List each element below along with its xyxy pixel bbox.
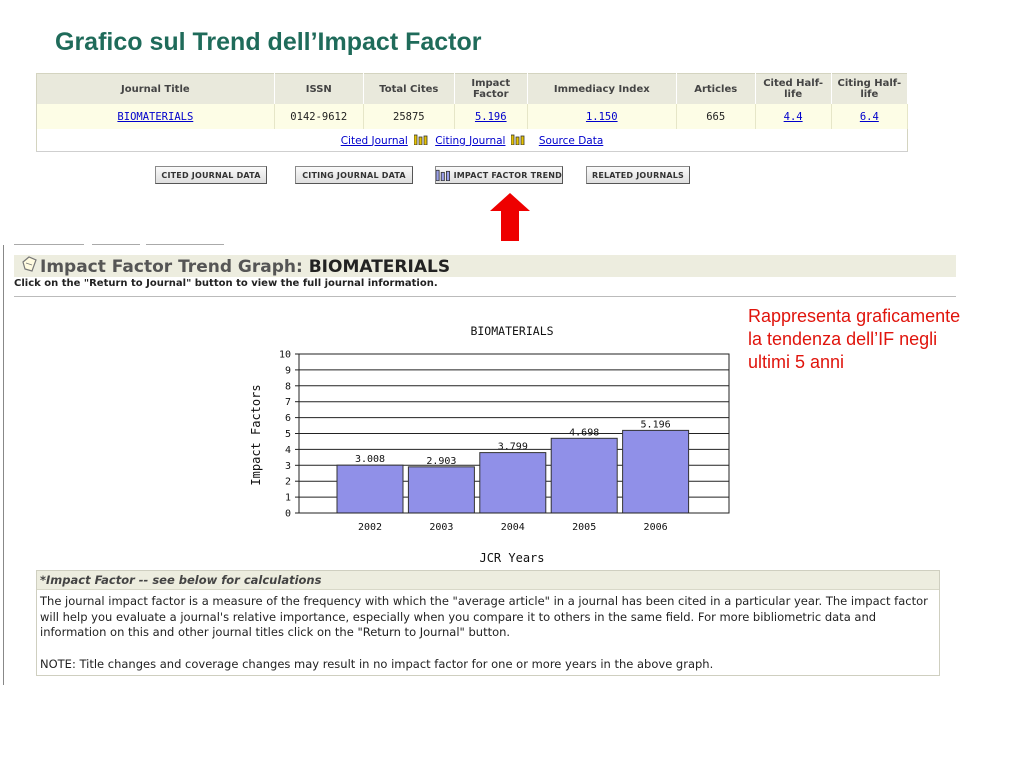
- chart-x-tick-label: 2006: [644, 522, 668, 533]
- chart-y-tick-label: 8: [285, 381, 291, 392]
- table-header-row: Journal Title ISSN Total Cites Impact Fa…: [36, 73, 909, 104]
- journal-title-link[interactable]: BIOMATERIALS: [36, 104, 275, 129]
- info-note: NOTE: Title changes and coverage changes…: [40, 656, 714, 671]
- chart-y-axis-label: Impact Factors: [249, 384, 263, 485]
- panel-left-border: [3, 245, 4, 685]
- chart-data-label: 3.008: [355, 454, 385, 465]
- chart-y-tick-label: 10: [279, 350, 291, 361]
- chart-y-tick-label: 9: [285, 365, 291, 376]
- immediacy-index-link[interactable]: 1.150: [527, 104, 677, 129]
- citing-half-life-link[interactable]: 6.4: [831, 104, 909, 129]
- chart-y-tick-label: 6: [285, 413, 291, 424]
- related-journals-button[interactable]: RELATED JOURNALS: [586, 166, 690, 184]
- column-header: Total Cites: [363, 73, 455, 104]
- info-box: *Impact Factor -- see below for calculat…: [36, 570, 940, 676]
- cited-journal-data-button[interactable]: CITED JOURNAL DATA: [155, 166, 267, 184]
- bar-chart-icon: [436, 169, 450, 181]
- chart-y-tick-label: 0: [285, 509, 291, 520]
- chart-y-tick-label: 2: [285, 477, 291, 488]
- articles-cell: 665: [676, 104, 756, 129]
- links-cell: Cited Journal Citing Journal Source Data: [36, 129, 908, 152]
- impact-factor-trend-label: IMPACT FACTOR TREND: [453, 170, 562, 180]
- chart-title: BIOMATERIALS: [470, 324, 553, 338]
- journal-summary-table: Journal Title ISSN Total Cites Impact Fa…: [36, 73, 909, 152]
- chart-x-tick-label: 2005: [572, 522, 596, 533]
- column-header: ISSN: [274, 73, 364, 104]
- chart-data-label: 2.903: [426, 456, 456, 467]
- total-cites-cell: 25875: [363, 104, 455, 129]
- column-header: Journal Title: [36, 73, 275, 104]
- chart-x-tick-label: 2002: [358, 522, 382, 533]
- divider: [14, 296, 956, 297]
- slide-annotation: Rappresenta graficamente la tendenza del…: [748, 306, 961, 372]
- impact-factor-link[interactable]: 5.196: [454, 104, 528, 129]
- bar-chart-icon[interactable]: [511, 134, 525, 145]
- issn-cell: 0142-9612: [274, 104, 364, 129]
- chart-data-label: 4.698: [569, 427, 599, 438]
- red-up-arrow-icon: [490, 193, 530, 241]
- chart-y-tick-label: 3: [285, 461, 291, 472]
- chart-bar: [336, 464, 404, 514]
- cited-half-life-link[interactable]: 4.4: [755, 104, 832, 129]
- impact-factor-trend-chart: BIOMATERIALS Impact Factors JCR Years 0 1…: [249, 324, 730, 565]
- chart-data-label: 3.799: [498, 442, 528, 453]
- chart-data-label: 5.196: [641, 419, 671, 430]
- citing-journal-link[interactable]: Citing Journal: [435, 135, 505, 147]
- chart-y-tick-label: 5: [285, 429, 291, 440]
- info-body: The journal impact factor is a measure o…: [37, 590, 939, 676]
- table-links-row: Cited Journal Citing Journal Source Data: [36, 129, 908, 152]
- panel-title-journal: BIOMATERIALS: [308, 257, 451, 277]
- chart-y-tick-label: 4: [285, 445, 291, 456]
- chart-x-tick-label: 2003: [429, 522, 453, 533]
- source-data-link[interactable]: Source Data: [539, 135, 603, 147]
- panel-subtitle: Click on the "Return to Journal" button …: [14, 278, 438, 289]
- column-header: Cited Half-life: [755, 73, 832, 104]
- cited-journal-link[interactable]: Cited Journal: [341, 135, 408, 147]
- note-icon: [22, 256, 37, 272]
- info-paragraph: The journal impact factor is a measure o…: [40, 594, 928, 639]
- column-header: Impact Factor: [454, 73, 528, 104]
- impact-factor-trend-button[interactable]: IMPACT FACTOR TREND: [435, 166, 563, 184]
- chart-bar: [407, 466, 475, 514]
- chart-x-axis-label: JCR Years: [479, 551, 544, 565]
- column-header: Articles: [676, 73, 756, 104]
- chart-bar: [479, 452, 547, 514]
- info-heading: *Impact Factor -- see below for calculat…: [37, 571, 939, 590]
- chart-x-tick-label: 2004: [501, 522, 525, 533]
- column-header: Citing Half-life: [831, 73, 909, 104]
- column-header: Immediacy Index: [527, 73, 677, 104]
- chart-y-tick-label: 1: [285, 493, 291, 504]
- slide-title: Grafico sul Trend dell’Impact Factor: [55, 28, 482, 56]
- table-row: BIOMATERIALS 0142-9612 25875 5.196 1.150…: [36, 104, 909, 129]
- chart-bar: [622, 429, 690, 514]
- chart-bar: [550, 437, 618, 514]
- panel-title: Impact Factor Trend Graph: BIOMATERIALS: [40, 257, 451, 277]
- bar-chart-icon[interactable]: [413, 134, 428, 145]
- chart-y-tick-label: 7: [285, 397, 291, 408]
- citing-journal-data-button[interactable]: CITING JOURNAL DATA: [295, 166, 413, 184]
